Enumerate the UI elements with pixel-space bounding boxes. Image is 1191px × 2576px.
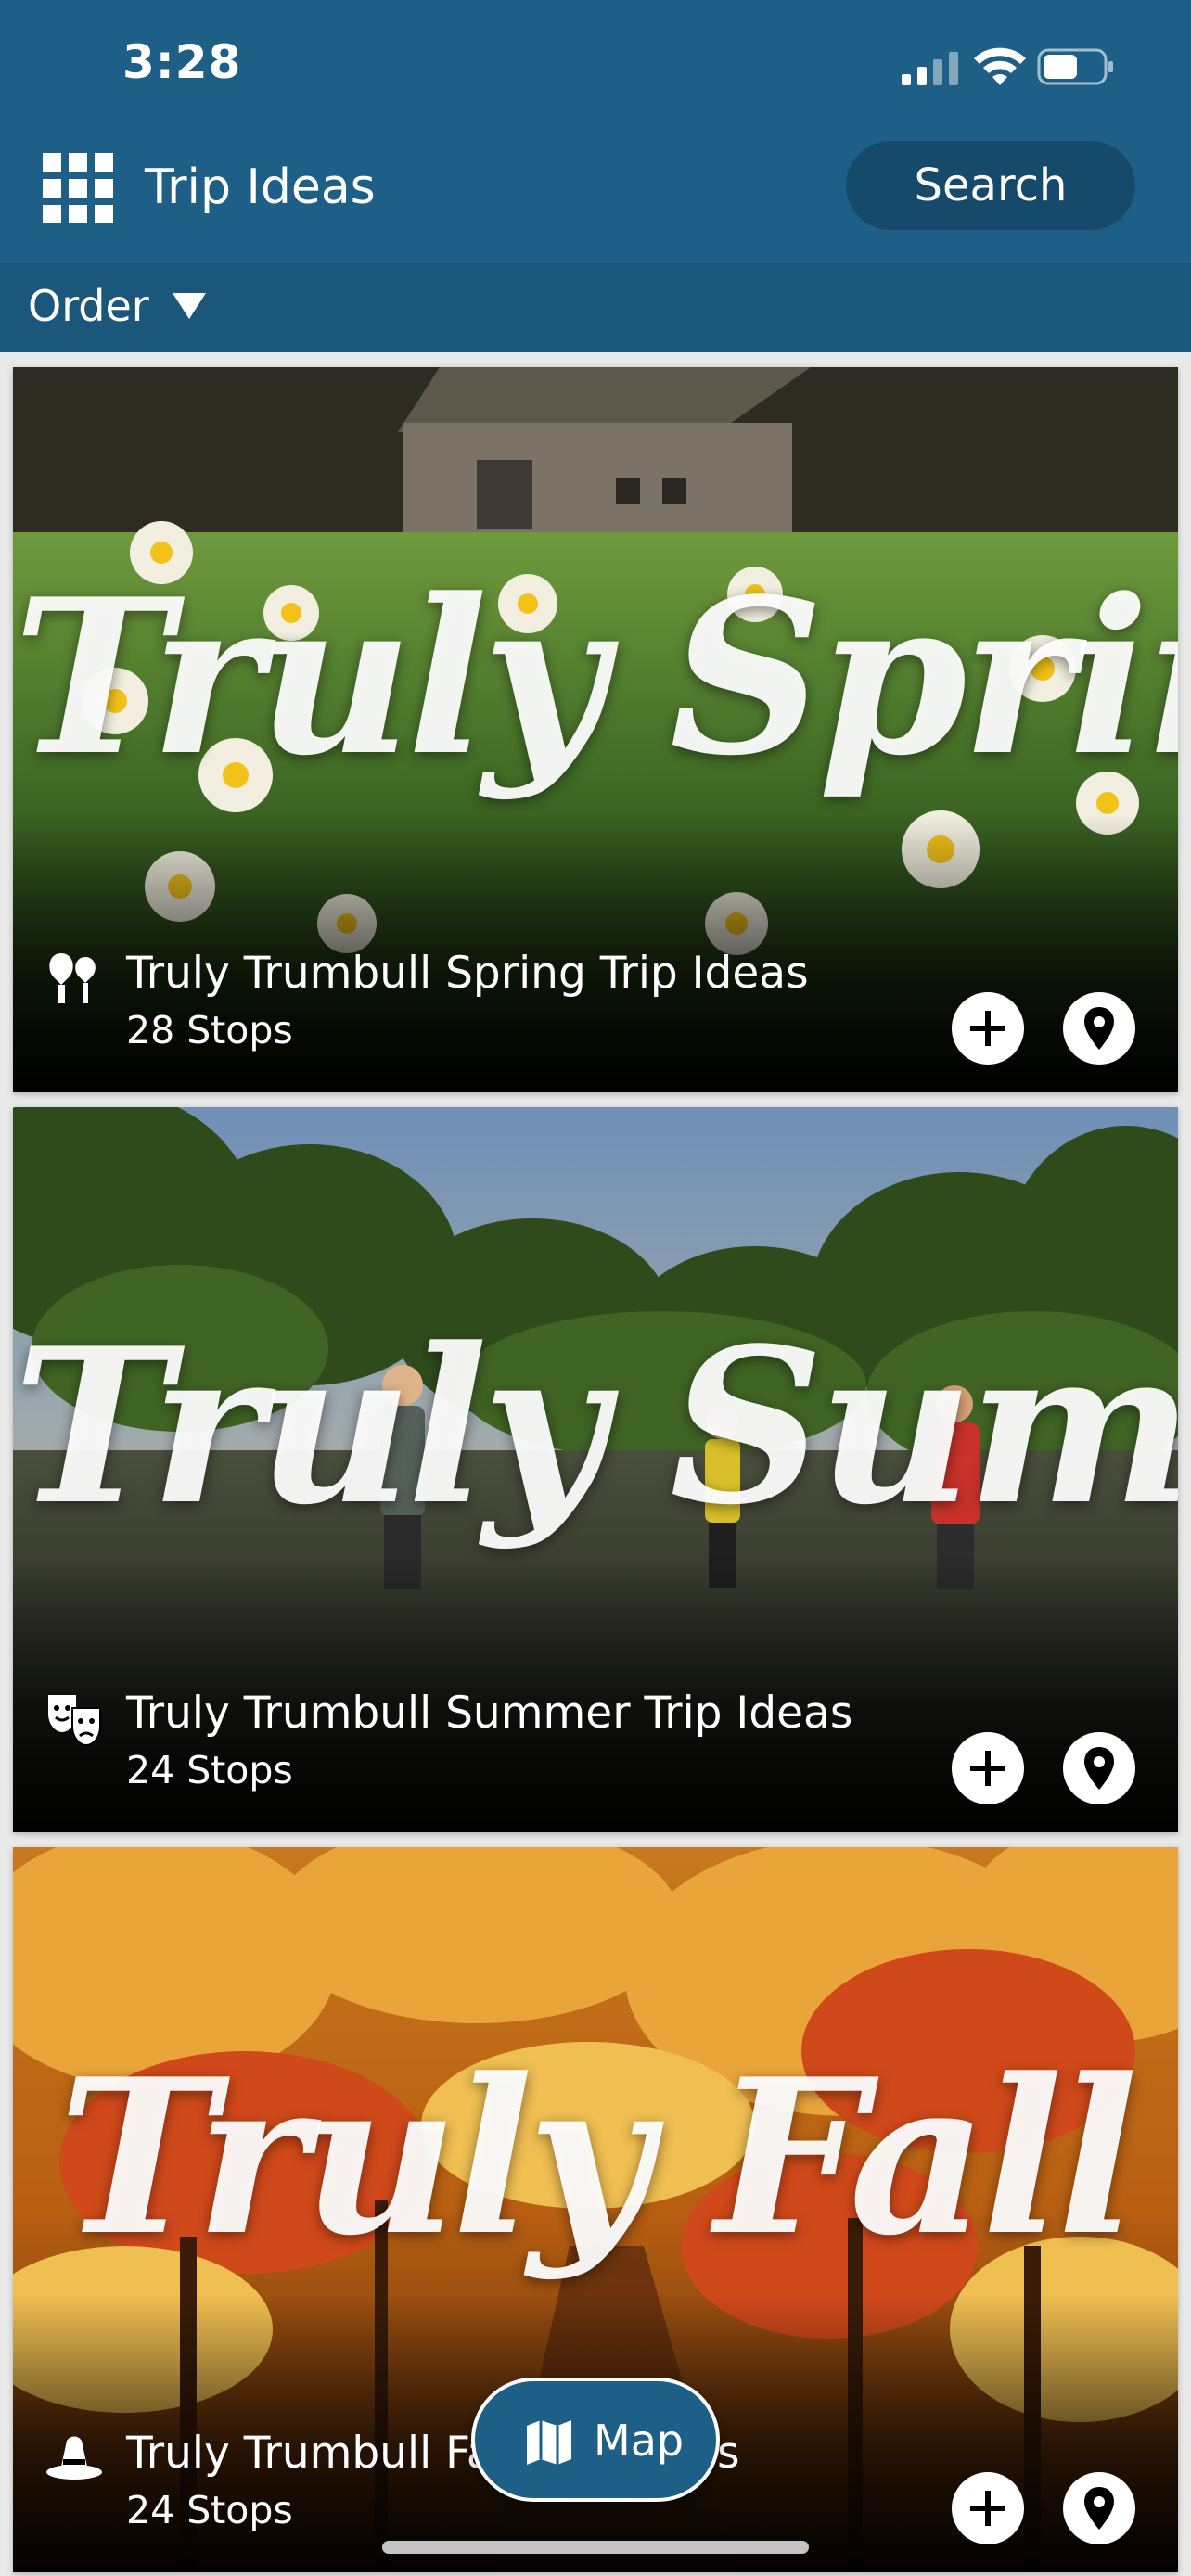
card-stops: 24 Stops (126, 1748, 293, 1792)
location-pin-icon (1084, 1007, 1114, 1050)
order-label[interactable]: Order (28, 278, 149, 334)
home-indicator[interactable] (382, 2541, 809, 2554)
grid-icon[interactable] (43, 153, 113, 223)
location-pin-icon (1084, 2487, 1114, 2530)
plus-icon (970, 1751, 1005, 1786)
wifi-icon (974, 47, 1026, 85)
battery-icon (1037, 48, 1113, 85)
search-button[interactable]: Search (846, 141, 1135, 230)
status-bar: 3:28 (0, 0, 1191, 130)
theater-masks-icon (48, 1695, 101, 1747)
page-title: Trip Ideas (145, 159, 376, 215)
campbell-hat-icon (46, 2436, 102, 2480)
attractions-icon (49, 953, 96, 1003)
card-hero-text: Truly Summer (13, 1302, 1178, 1552)
status-time: 3:28 (122, 35, 242, 89)
location-pin-icon (1084, 1747, 1114, 1790)
trip-card-spring[interactable]: Truly Spring Truly Trumbull Spring Trip … (13, 367, 1178, 1092)
card-hero-text: Truly Spring (13, 553, 1178, 803)
map-button[interactable]: Map (471, 2378, 720, 2502)
add-trip-button[interactable] (952, 2472, 1024, 2544)
card-title[interactable]: Truly Trumbull Spring Trip Ideas (126, 946, 809, 1001)
card-hero-text: Truly Fall (58, 2033, 1138, 2283)
card-stops: 24 Stops (126, 2488, 293, 2532)
trip-list: Truly Spring Truly Trumbull Spring Trip … (0, 352, 1191, 2576)
show-on-map-button[interactable] (1063, 1732, 1135, 1804)
app-header: Trip Ideas Search (0, 130, 1191, 263)
order-dropdown[interactable]: Order (0, 263, 1191, 352)
caret-down-icon[interactable] (173, 293, 206, 319)
show-on-map-button[interactable] (1063, 2472, 1135, 2544)
trip-card-summer[interactable]: Truly Summer Truly Trumbull Summer Trip … (13, 1107, 1178, 1832)
card-title[interactable]: Truly Trumbull Summer Trip Ideas (126, 1686, 852, 1741)
add-trip-button[interactable] (952, 992, 1024, 1065)
add-trip-button[interactable] (952, 1732, 1024, 1804)
map-button-label[interactable]: Map (594, 2411, 684, 2470)
plus-icon (970, 2491, 1005, 2526)
plus-icon (970, 1011, 1005, 1046)
map-icon (527, 2420, 571, 2465)
show-on-map-button[interactable] (1063, 992, 1135, 1065)
card-stops: 28 Stops (126, 1008, 293, 1052)
cellular-signal-icon (902, 52, 958, 85)
